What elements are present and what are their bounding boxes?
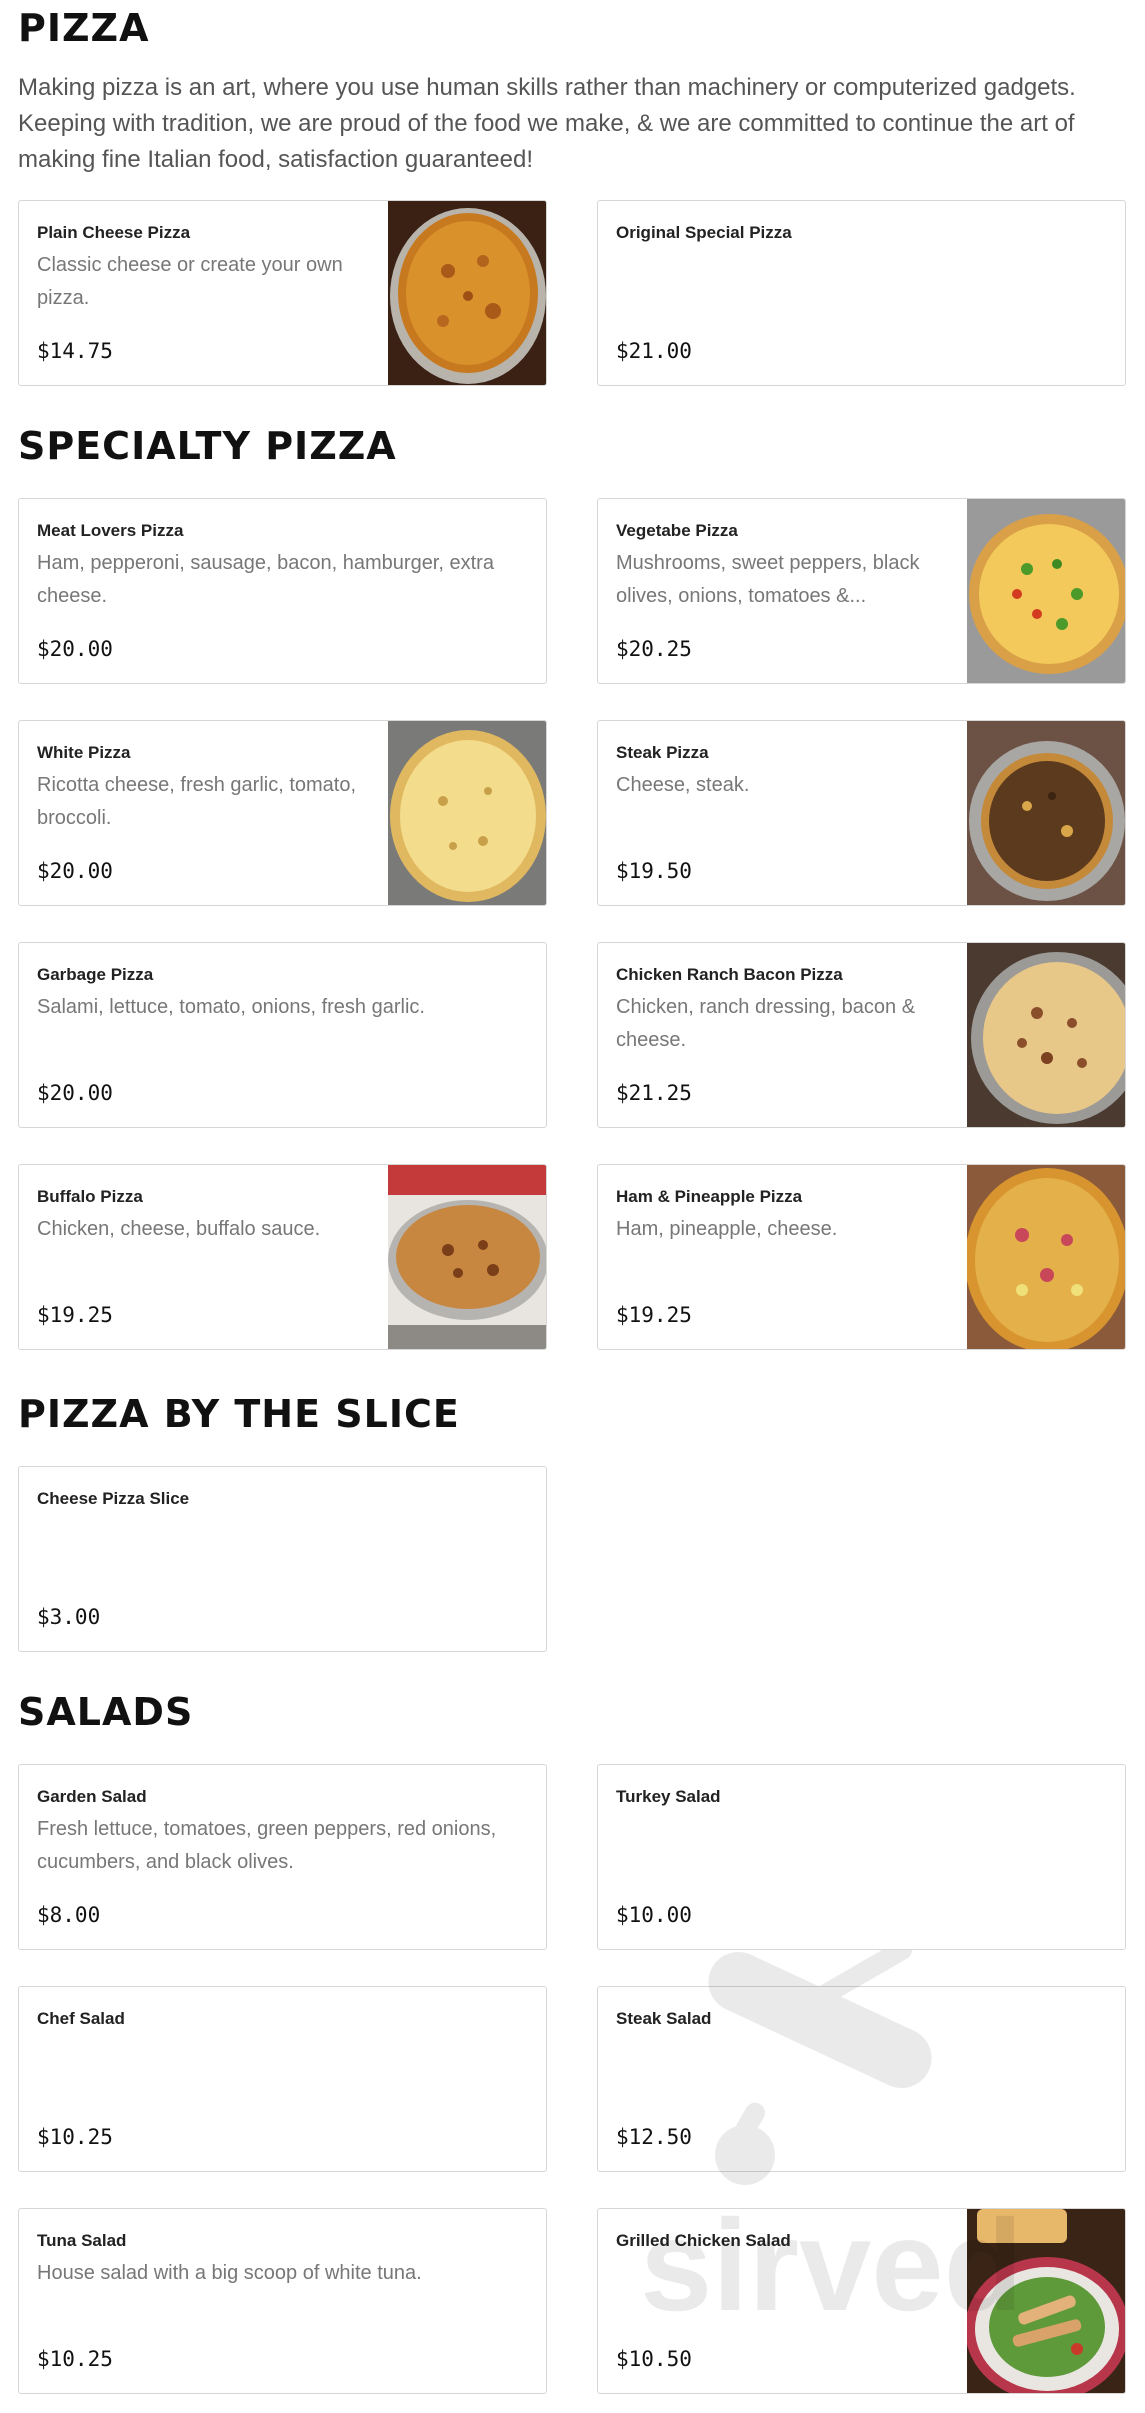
menu-item-card[interactable]: White Pizza Ricotta cheese, fresh garlic…: [18, 720, 547, 906]
item-description: House salad with a big scoop of white tu…: [37, 2262, 422, 2284]
item-name: Grilled Chicken Salad: [616, 2231, 791, 2250]
menu-item-card[interactable]: Plain Cheese Pizza Classic cheese or cre…: [18, 200, 547, 386]
specialty-grid: Meat Lovers Pizza Ham, pepperoni, sausag…: [18, 498, 1126, 1350]
item-description: Salami, lettuce, tomato, onions, fresh g…: [37, 996, 425, 1018]
section-title-slice: PIZZA BY THE SLICE: [18, 1392, 460, 1436]
item-name: Ham & Pineapple Pizza: [616, 1187, 803, 1206]
item-name: Chef Salad: [37, 2009, 125, 2028]
item-description: Ham, pineapple, cheese.: [616, 1218, 838, 1240]
pizza-photo: [967, 499, 1125, 683]
item-price: $19.25: [37, 1303, 113, 1327]
section-title-specialty: SPECIALTY PIZZA: [18, 424, 397, 468]
section-title-salads: SALADS: [18, 1690, 194, 1734]
pizza-photo: [388, 721, 546, 905]
menu-item-card[interactable]: Chicken Ranch Bacon Pizza Chicken, ranch…: [597, 942, 1126, 1128]
menu-item-card[interactable]: Ham & Pineapple Pizza Ham, pineapple, ch…: [597, 1164, 1126, 1350]
item-description: Classic cheese or create your own pizza.: [37, 254, 343, 309]
menu-item-card[interactable]: Steak Pizza Cheese, steak. $19.50: [597, 720, 1126, 906]
item-name: Plain Cheese Pizza: [37, 223, 191, 242]
section-title-pizza: PIZZA: [18, 6, 150, 50]
pizza-photo: [967, 943, 1125, 1127]
item-description: Cheese, steak.: [616, 774, 750, 796]
pizza-photo: [967, 1165, 1125, 1349]
menu-item-card[interactable]: Steak Salad $12.50: [597, 1986, 1126, 2172]
item-description: Fresh lettuce, tomatoes, green peppers, …: [37, 1818, 497, 1873]
menu-item-card[interactable]: Garden Salad Fresh lettuce, tomatoes, gr…: [18, 1764, 547, 1950]
section-intro: Making pizza is an art, where you use hu…: [18, 74, 1076, 173]
item-description: Ham, pepperoni, sausage, bacon, hamburge…: [37, 552, 494, 607]
item-price: $3.00: [37, 1605, 101, 1629]
salad-photo: [967, 2209, 1125, 2393]
item-price: $19.50: [616, 859, 692, 883]
menu-item-card[interactable]: Garbage Pizza Salami, lettuce, tomato, o…: [18, 942, 547, 1128]
pizza-photo: [388, 1165, 546, 1349]
item-description: Ricotta cheese, fresh garlic, tomato, br…: [37, 774, 357, 829]
item-price: $10.25: [37, 2347, 113, 2371]
item-description: Mushrooms, sweet peppers, black olives, …: [616, 552, 920, 607]
item-description: Chicken, cheese, buffalo sauce.: [37, 1218, 321, 1240]
menu-item-card[interactable]: Buffalo Pizza Chicken, cheese, buffalo s…: [18, 1164, 547, 1350]
menu-item-card[interactable]: Vegetabe Pizza Mushrooms, sweet peppers,…: [597, 498, 1126, 684]
item-name: Meat Lovers Pizza: [37, 521, 184, 540]
salads-grid: Garden Salad Fresh lettuce, tomatoes, gr…: [18, 1764, 1126, 2394]
item-name: Chicken Ranch Bacon Pizza: [616, 965, 843, 984]
item-price: $20.00: [37, 1081, 113, 1105]
item-price: $21.25: [616, 1081, 692, 1105]
item-price: $19.25: [616, 1303, 692, 1327]
item-price: $10.50: [616, 2347, 692, 2371]
menu-item-card[interactable]: Cheese Pizza Slice $3.00: [18, 1466, 547, 1652]
item-name: Original Special Pizza: [616, 223, 792, 242]
item-price: $8.00: [37, 1903, 101, 1927]
pizza-photo: [388, 201, 546, 385]
menu-item-card[interactable]: Meat Lovers Pizza Ham, pepperoni, sausag…: [18, 498, 547, 684]
item-name: Vegetabe Pizza: [616, 521, 738, 540]
item-name: Steak Salad: [616, 2009, 712, 2028]
item-price: $20.25: [616, 637, 692, 661]
item-name: Garden Salad: [37, 1787, 147, 1806]
item-name: Tuna Salad: [37, 2231, 127, 2250]
item-price: $10.25: [37, 2125, 113, 2149]
menu-item-card[interactable]: Chef Salad $10.25: [18, 1986, 547, 2172]
menu-item-card[interactable]: Tuna Salad House salad with a big scoop …: [18, 2208, 547, 2394]
pizza-grid: Plain Cheese Pizza Classic cheese or cre…: [18, 200, 1126, 386]
item-name: Buffalo Pizza: [37, 1187, 143, 1206]
slice-grid: Cheese Pizza Slice $3.00: [18, 1466, 1126, 1652]
menu-item-card[interactable]: Turkey Salad $10.00: [597, 1764, 1126, 1950]
item-price: $20.00: [37, 859, 113, 883]
item-name: Steak Pizza: [616, 743, 709, 762]
item-price: $20.00: [37, 637, 113, 661]
menu-item-card[interactable]: Original Special Pizza $21.00: [597, 200, 1126, 386]
menu-item-card[interactable]: Grilled Chicken Salad $10.50: [597, 2208, 1126, 2394]
item-price: $10.00: [616, 1903, 692, 1927]
item-name: Turkey Salad: [616, 1787, 721, 1806]
item-name: White Pizza: [37, 743, 131, 762]
pizza-photo: [967, 721, 1125, 905]
item-name: Cheese Pizza Slice: [37, 1489, 190, 1508]
item-price: $21.00: [616, 339, 692, 363]
item-price: $12.50: [616, 2125, 692, 2149]
item-description: Chicken, ranch dressing, bacon & cheese.: [616, 996, 916, 1051]
item-price: $14.75: [37, 339, 113, 363]
item-name: Garbage Pizza: [37, 965, 154, 984]
